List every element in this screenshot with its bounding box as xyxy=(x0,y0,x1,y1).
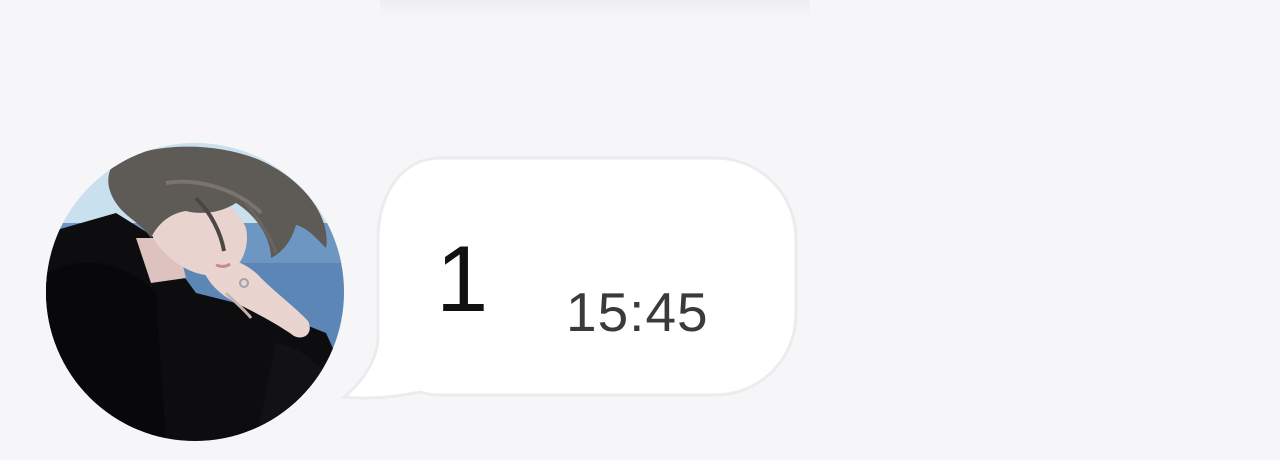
contact-avatar[interactable] xyxy=(46,143,344,441)
message-text: 1 xyxy=(436,226,489,331)
avatar-photo-icon xyxy=(46,143,344,441)
bubble-tail-shape xyxy=(340,156,798,400)
message-row-incoming: 1 15:45 xyxy=(0,0,1280,460)
chat-area: 1 15:45 xyxy=(0,0,1280,460)
message-timestamp: 15:45 xyxy=(566,281,709,343)
message-bubble[interactable]: 1 15:45 xyxy=(340,150,810,410)
